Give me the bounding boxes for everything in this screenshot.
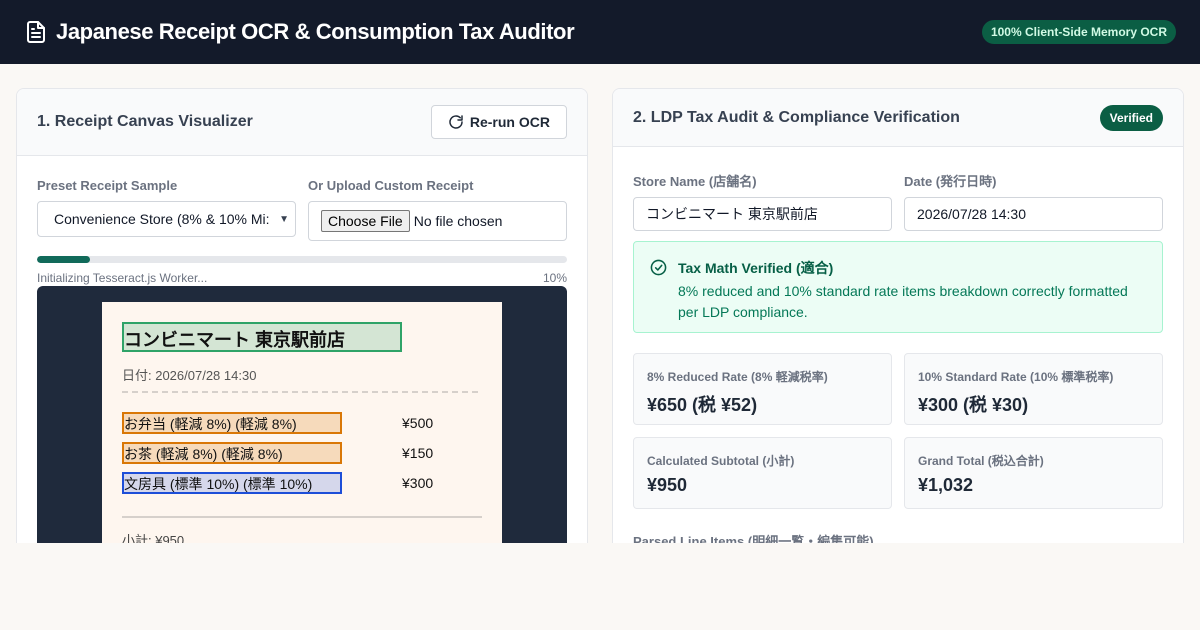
- preset-group: Preset Receipt Sample Convenience Store …: [37, 178, 296, 241]
- audit-title: 2. LDP Tax Audit & Compliance Verificati…: [633, 108, 960, 126]
- input-controls: Preset Receipt Sample Convenience Store …: [37, 178, 567, 241]
- store-name-input[interactable]: コンビニマート 東京駅前店: [633, 197, 892, 231]
- tax-audit-panel: 2. LDP Tax Audit & Compliance Verificati…: [612, 88, 1184, 543]
- store-name-label: Store Name (店舗名): [633, 174, 757, 189]
- stat-value: ¥650 (税 ¥52): [647, 395, 758, 415]
- refresh-icon: [449, 115, 463, 129]
- upload-label: Or Upload Custom Receipt: [308, 178, 474, 193]
- reduced-rate-card: 8% Reduced Rate (8% 軽減税率) ¥650 (税 ¥52): [633, 353, 892, 425]
- audit-header: 2. LDP Tax Audit & Compliance Verificati…: [613, 89, 1183, 147]
- stat-label: Grand Total (税込合計): [918, 454, 1044, 468]
- check-circle-icon: [650, 259, 667, 276]
- date-label: Date (発行日時): [904, 174, 997, 189]
- meta-fields: Store Name (店舗名) コンビニマート 東京駅前店 Date (発行日…: [633, 171, 1163, 231]
- no-file-text: No file chosen: [413, 213, 503, 229]
- receipt-solid-divider: [122, 516, 482, 518]
- ocr-progress-bar: [37, 256, 567, 263]
- document-icon: [27, 21, 45, 43]
- progress-status-row: Initializing Tesseract.js Worker... 10%: [37, 271, 567, 285]
- visualizer-title: 1. Receipt Canvas Visualizer: [37, 113, 253, 130]
- alert-body: 8% reduced and 10% standard rate items b…: [678, 283, 1128, 320]
- receipt-item-box: お茶 (軽減 8%) (軽減 8%): [122, 442, 342, 464]
- verified-status-badge: Verified: [1099, 104, 1163, 131]
- chevron-down-icon: ▼: [279, 213, 289, 225]
- receipt-subtotal: 小計: ¥950: [122, 533, 185, 543]
- main-content: 1. Receipt Canvas Visualizer Re-run OCR …: [0, 64, 1200, 543]
- date-group: Date (発行日時) 2026/07/28 14:30: [904, 171, 1163, 231]
- receipt-store-box: コンビニマート 東京駅前店: [122, 322, 402, 352]
- tax-verified-alert: Tax Math Verified (適合) 8% reduced and 10…: [633, 241, 1163, 333]
- standard-rate-card: 10% Standard Rate (10% 標準税率) ¥300 (税 ¥30…: [904, 353, 1163, 425]
- file-upload-input[interactable]: Choose File No file chosen: [308, 201, 567, 241]
- stat-label: 10% Standard Rate (10% 標準税率): [918, 370, 1114, 384]
- upload-group: Or Upload Custom Receipt Choose File No …: [308, 178, 567, 241]
- stat-value: ¥1,032: [918, 475, 974, 495]
- subtotal-card: Calculated Subtotal (小計) ¥950: [633, 437, 892, 509]
- stat-value: ¥300 (税 ¥30): [918, 395, 1029, 415]
- progress-percent-text: 10%: [542, 271, 567, 285]
- receipt-item-price: ¥150: [402, 445, 434, 461]
- receipt-item-box: 文房具 (標準 10%) (標準 10%): [122, 472, 342, 494]
- rerun-ocr-label: Re-run OCR: [469, 114, 550, 130]
- rerun-ocr-button[interactable]: Re-run OCR: [430, 105, 567, 139]
- parsed-items-label: Parsed Line Items (明細一覧・編集可能): [633, 534, 874, 543]
- progress-status-text: Initializing Tesseract.js Worker...: [37, 271, 208, 285]
- receipt-item-price: ¥300: [402, 475, 434, 491]
- receipt-item-price: ¥500: [402, 415, 434, 431]
- grand-total-card: Grand Total (税込合計) ¥1,032: [904, 437, 1163, 509]
- receipt-date: 日付: 2026/07/28 14:30: [122, 368, 257, 383]
- preset-select[interactable]: Convenience Store (8% & 10% Mi: ▼: [37, 201, 296, 237]
- receipt-item-box: お弁当 (軽減 8%) (軽減 8%): [122, 412, 342, 434]
- preset-label: Preset Receipt Sample: [37, 178, 178, 193]
- receipt-image: コンビニマート 東京駅前店 日付: 2026/07/28 14:30 お弁当 (…: [102, 302, 502, 543]
- visualizer-header: 1. Receipt Canvas Visualizer Re-run OCR: [17, 89, 587, 156]
- receipt-visualizer-panel: 1. Receipt Canvas Visualizer Re-run OCR …: [16, 88, 588, 543]
- store-name-group: Store Name (店舗名) コンビニマート 東京駅前店: [633, 171, 892, 231]
- receipt-canvas: コンビニマート 東京駅前店 日付: 2026/07/28 14:30 お弁当 (…: [37, 286, 567, 543]
- app-header: Japanese Receipt OCR & Consumption Tax A…: [0, 0, 1200, 64]
- client-side-badge: 100% Client-Side Memory OCR: [981, 20, 1176, 44]
- choose-file-button[interactable]: Choose File: [321, 210, 410, 232]
- stat-value: ¥950: [647, 475, 688, 495]
- alert-title: Tax Math Verified (適合): [678, 260, 834, 276]
- tax-summary-grid: 8% Reduced Rate (8% 軽減税率) ¥650 (税 ¥52) 1…: [633, 353, 1163, 509]
- receipt-dashed-divider: [122, 391, 478, 393]
- stat-label: 8% Reduced Rate (8% 軽減税率): [647, 370, 828, 384]
- ocr-progress-fill: [37, 256, 90, 263]
- date-input[interactable]: 2026/07/28 14:30: [904, 197, 1163, 231]
- app-title: Japanese Receipt OCR & Consumption Tax A…: [56, 19, 575, 44]
- stat-label: Calculated Subtotal (小計): [647, 454, 795, 468]
- preset-selected-value: Convenience Store (8% & 10% Mi:: [54, 211, 270, 227]
